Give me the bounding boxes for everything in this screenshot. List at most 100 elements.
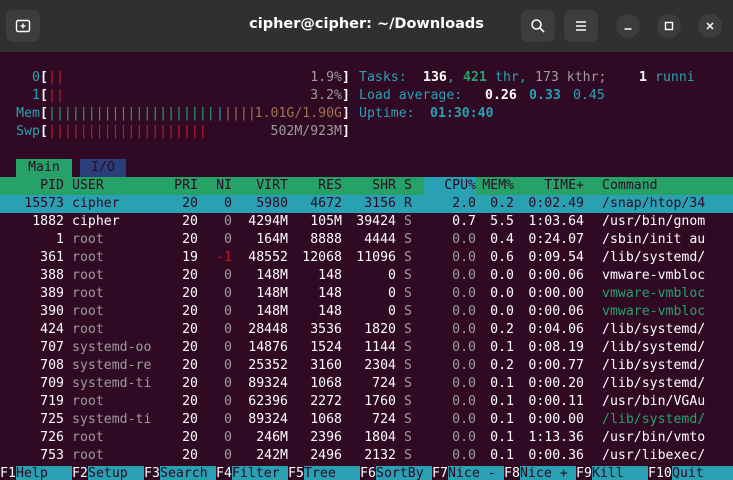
- cell-time: 0:00.06: [528, 304, 584, 319]
- menu-button[interactable]: [564, 10, 598, 42]
- col-ni[interactable]: NI: [200, 177, 232, 195]
- col-pid[interactable]: PID: [0, 177, 64, 195]
- meter-bracket: [: [40, 106, 48, 121]
- process-row[interactable]: 1 root 20 0 164M 8888 4444 S 0.0 0.4 0:24.07/sbin/…: [0, 231, 733, 249]
- cell-virt: 242M: [256, 448, 288, 463]
- fkey-search[interactable]: Search: [160, 466, 216, 480]
- col-time[interactable]: TIME+: [520, 177, 584, 195]
- cell-user: cipher: [72, 214, 120, 229]
- cell-s: S: [404, 214, 412, 229]
- cell-pri: 20: [182, 430, 198, 445]
- fkey-f10-num: F10: [648, 466, 672, 480]
- meter-bracket: [: [40, 88, 48, 103]
- hamburger-menu-icon: [576, 21, 586, 31]
- col-state[interactable]: S: [404, 177, 412, 195]
- process-row[interactable]: 726 root 20 0 246M 2396 1804 S 0.0 0.1 1:13.36/usr…: [0, 429, 733, 447]
- tasks-comma: ,: [447, 70, 455, 85]
- cell-pri: 20: [182, 196, 198, 211]
- cell-user: root: [72, 232, 104, 247]
- col-shr[interactable]: SHR: [342, 177, 396, 195]
- cell-mem: 0.2: [490, 322, 514, 337]
- col-pri[interactable]: PRI: [150, 177, 198, 195]
- col-mem[interactable]: MEM%: [476, 177, 514, 195]
- col-cpu[interactable]: CPU%: [424, 177, 476, 195]
- cell-pri: 20: [182, 214, 198, 229]
- process-row[interactable]: 753 root 20 0 242M 2496 2132 S 0.0 0.1 0:00.36/usr…: [0, 447, 733, 465]
- cell-time: 0:00.77: [528, 358, 584, 373]
- cell-mem: 0.1: [490, 448, 514, 463]
- fkey-nice-plus[interactable]: Nice +: [520, 466, 576, 480]
- fkey-setup[interactable]: Setup: [88, 466, 144, 480]
- cell-virt: 62396: [248, 394, 288, 409]
- fkey-filter[interactable]: Filter: [232, 466, 288, 480]
- fkey-tree[interactable]: Tree: [304, 466, 360, 480]
- fkey-help[interactable]: Help: [16, 466, 72, 480]
- cell-cmd: /lib/systemd/: [602, 250, 706, 265]
- kthreads: 173 kthr;: [535, 70, 607, 85]
- process-row[interactable]: 719 root 20 0 62396 2272 1760 S 0.0 0.1 0:00.11/us…: [0, 393, 733, 411]
- fkey-kill[interactable]: Kill: [592, 466, 648, 480]
- window-title-bar: cipher@cipher: ~/Downloads: [0, 0, 733, 52]
- cell-cpu: 0.0: [452, 412, 476, 427]
- cell-pri: 20: [182, 376, 198, 391]
- process-row[interactable]: 388 root 20 0 148M 148 0 S 0.0 0.0 0:00.06 vmware-v…: [0, 267, 733, 285]
- cell-pid: 15573: [24, 196, 64, 211]
- cell-mem: 0.1: [490, 412, 514, 427]
- col-virt[interactable]: VIRT: [232, 177, 288, 195]
- process-row[interactable]: 361 root 19 -1 48552 12068 11096 S 0.0 0.6 0:09.54…: [0, 249, 733, 267]
- col-res[interactable]: RES: [288, 177, 342, 195]
- cell-mem: 0.1: [490, 394, 514, 409]
- process-row[interactable]: 708 systemd-re 20 0 25352 3160 2304 S 0.0 0.2 0:00…: [0, 357, 733, 375]
- cell-s: S: [404, 412, 412, 427]
- process-row[interactable]: 15573 cipher 20 0 5980 4672 3156 R 2.0 0.2 0:02.49…: [0, 195, 733, 213]
- fkey-nice-minus[interactable]: Nice -: [448, 466, 504, 480]
- cell-mem: 0.2: [490, 196, 514, 211]
- cell-s: S: [404, 340, 412, 355]
- process-row[interactable]: 389 root 20 0 148M 148 0 S 0.0 0.0 0:00.00 vmware-v…: [0, 285, 733, 303]
- cell-pri: 20: [182, 268, 198, 283]
- tab-io[interactable]: I/O: [80, 159, 126, 177]
- cell-ni: 0: [224, 376, 232, 391]
- cell-user: root: [72, 304, 104, 319]
- fkey-f4-num: F4: [216, 466, 232, 480]
- fkey-sortby[interactable]: SortBy: [376, 466, 432, 480]
- col-user[interactable]: USER: [72, 177, 104, 195]
- cell-pid: 725: [40, 412, 64, 427]
- load-15min: 0.45: [573, 88, 605, 103]
- maximize-button[interactable]: [657, 14, 681, 38]
- cell-mem: 0.6: [490, 250, 514, 265]
- cell-pid: 424: [40, 322, 64, 337]
- cell-virt: 89324: [248, 376, 288, 391]
- process-row[interactable]: 725 systemd-ti 20 0 89324 1068 724 S 0.0 0.1 0:00.…: [0, 411, 733, 429]
- process-row[interactable]: 709 systemd-ti 20 0 89324 1068 724 S 0.0 0.1 0:00.…: [0, 375, 733, 393]
- cpu0-meter: 0 [ || 1.9% ] Tasks: 136 , 421 thr, 173 …: [0, 69, 733, 87]
- cell-res: 3160: [310, 358, 342, 373]
- close-button[interactable]: [698, 14, 722, 38]
- cell-user: root: [72, 250, 104, 265]
- cell-time: 1:03.64: [528, 214, 584, 229]
- cell-shr: 2132: [364, 448, 396, 463]
- cell-res: 148: [318, 268, 342, 283]
- process-row[interactable]: 707 systemd-oo 20 0 14876 1524 1144 S 0.0 0.1 0:08…: [0, 339, 733, 357]
- tab-main[interactable]: Main: [16, 159, 72, 177]
- process-row[interactable]: 424 root 20 0 28448 3536 1820 S 0.0 0.2 0:04.06/li…: [0, 321, 733, 339]
- load-1min: 0.26: [485, 88, 517, 103]
- cell-pid: 719: [40, 394, 64, 409]
- cell-time: 0:02.49: [528, 196, 584, 211]
- fkey-quit[interactable]: Quit: [672, 466, 733, 480]
- cell-virt: 89324: [248, 412, 288, 427]
- cell-mem: 0.1: [490, 340, 514, 355]
- cell-virt: 164M: [256, 232, 288, 247]
- load-average-label: Load average:: [359, 88, 463, 103]
- terminal-area[interactable]: 0 [ || 1.9% ] Tasks: 136 , 421 thr, 173 …: [0, 52, 733, 480]
- load-5min: 0.33: [529, 88, 561, 103]
- cell-cpu: 0.0: [452, 304, 476, 319]
- cell-shr: 724: [372, 412, 396, 427]
- minimize-button[interactable]: [616, 14, 640, 38]
- search-button[interactable]: [521, 10, 555, 42]
- process-row[interactable]: 1882 cipher 20 0 4294M 105M 39424 S 0.7 5.5 1:03.6…: [0, 213, 733, 231]
- running-count: 1: [639, 70, 647, 85]
- process-row[interactable]: 390 root 20 0 148M 148 0 S 0.0 0.0 0:00.06 vmware-v…: [0, 303, 733, 321]
- cell-time: 0:04.06: [528, 322, 584, 337]
- col-command[interactable]: Command: [602, 177, 658, 195]
